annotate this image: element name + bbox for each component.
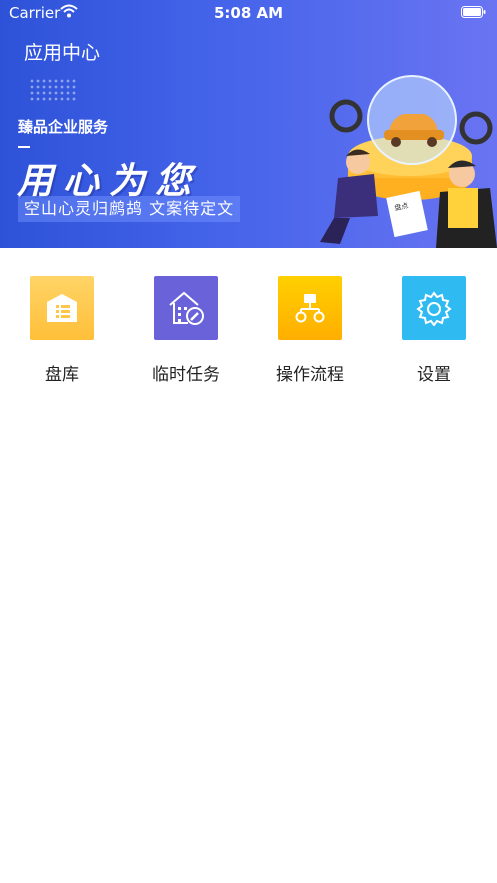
menu-item-temp-task[interactable]: 临时任务 xyxy=(124,274,248,385)
menu-label-settings: 设置 xyxy=(417,365,451,385)
banner-subline: 空山心灵归鹧鸪 文案待定文 xyxy=(18,196,241,222)
menu-label-temp-task: 临时任务 xyxy=(152,365,220,385)
menu-item-process[interactable]: 操作流程 xyxy=(248,274,372,385)
building-edit-icon xyxy=(154,276,218,340)
title-divider xyxy=(18,146,30,148)
battery-icon xyxy=(461,6,486,18)
warehouse-icon xyxy=(30,276,94,340)
business-illustration: 盘点 xyxy=(320,75,497,248)
dot-pattern xyxy=(29,78,77,102)
gear-icon xyxy=(402,276,466,340)
menu-label-inventory: 盘库 xyxy=(45,365,79,385)
app-grid: 盘库 临时任务 操作流程 设置 xyxy=(0,274,497,394)
menu-label-process: 操作流程 xyxy=(276,365,344,385)
flowchart-icon xyxy=(278,276,342,340)
status-bar: Carrier 5:08 AM xyxy=(0,0,497,26)
page-title: 应用中心 xyxy=(24,42,101,64)
menu-item-inventory[interactable]: 盘库 xyxy=(0,274,124,385)
banner: Carrier 5:08 AM 应用中心 臻品企业服务 用心为您 空山心灵归鹧鸪… xyxy=(0,0,497,248)
status-time: 5:08 AM xyxy=(213,4,284,22)
company-name: 臻品企业服务 xyxy=(18,118,109,136)
menu-item-settings[interactable]: 设置 xyxy=(372,274,496,385)
